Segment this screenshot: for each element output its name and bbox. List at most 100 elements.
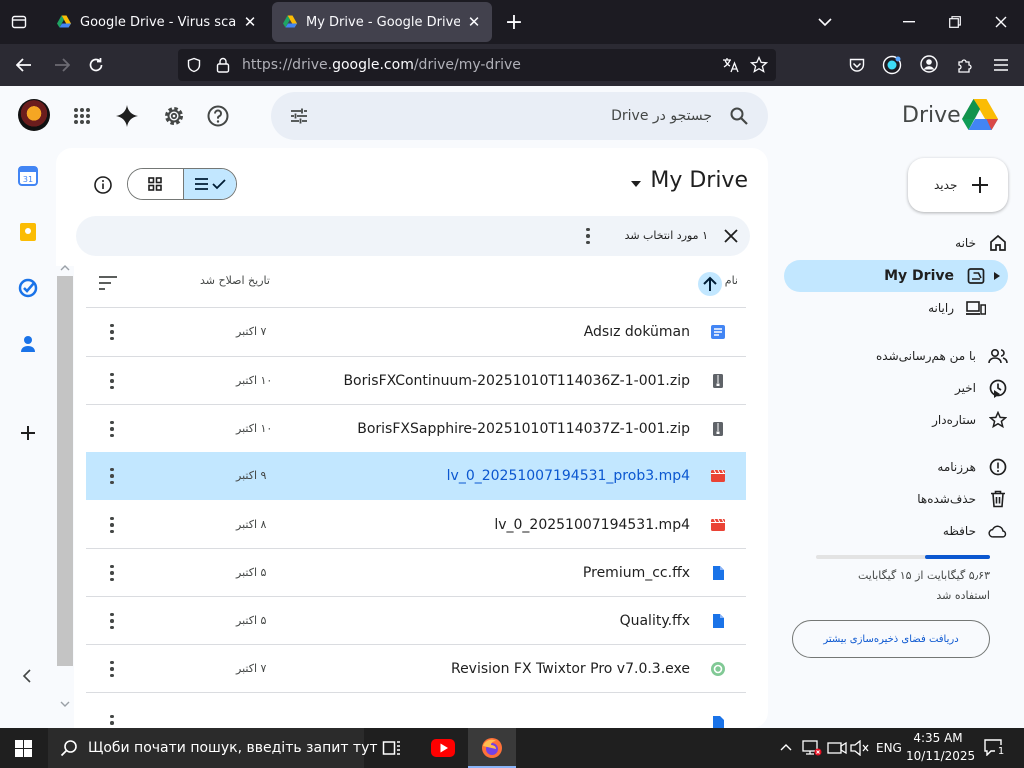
minimize-icon[interactable]	[898, 12, 920, 32]
tab-my-drive[interactable]: My Drive - Google Drive ✕	[272, 2, 492, 42]
notification-center-button[interactable]: 1	[982, 736, 1007, 760]
add-app-icon[interactable]	[18, 423, 38, 443]
windows-start-icon[interactable]	[15, 740, 32, 757]
table-row[interactable]: ۷ اکتبر Adsız doküman	[86, 308, 746, 356]
youtube-taskbar-icon[interactable]	[431, 739, 455, 757]
google-calendar-icon[interactable]: 31	[18, 166, 38, 186]
forward-icon[interactable]	[50, 54, 74, 76]
new-tab-button[interactable]: +	[502, 10, 526, 35]
menu-icon[interactable]	[990, 54, 1012, 76]
tab-close-icon[interactable]: ✕	[242, 13, 258, 31]
nav-trash[interactable]: حذف‌شده‌ها	[917, 483, 1008, 515]
google-drive-logo-icon[interactable]	[961, 98, 999, 132]
nav-label: خانه	[955, 236, 976, 250]
file-date: ۸ اکتبر	[236, 518, 267, 531]
column-modified-header[interactable]: تاریخ اصلاح شد	[200, 274, 270, 287]
more-actions-icon[interactable]	[106, 513, 118, 537]
user-avatar[interactable]	[18, 99, 50, 131]
nav-label: با من هم‌رسانی‌شده	[876, 349, 976, 363]
nav-spam[interactable]: هرزنامه	[937, 451, 1008, 483]
apps-grid-icon[interactable]	[72, 106, 92, 126]
list-view-button[interactable]	[183, 169, 236, 199]
sort-options-icon[interactable]	[98, 276, 118, 290]
tab-close-icon[interactable]: ✕	[466, 13, 482, 31]
account-icon[interactable]	[918, 53, 940, 75]
table-row[interactable]: ۱۰ اکتبر BorisFXSapphire-20251010T114037…	[86, 405, 746, 453]
settings-gear-icon[interactable]	[162, 104, 186, 128]
lock-icon[interactable]	[216, 57, 230, 73]
translate-icon[interactable]	[722, 57, 740, 73]
selection-more-actions-icon[interactable]	[582, 224, 594, 248]
restore-icon[interactable]	[944, 12, 966, 32]
more-actions-icon[interactable]	[106, 464, 118, 488]
collapse-panel-icon[interactable]	[22, 669, 32, 683]
gemini-icon[interactable]	[115, 104, 139, 128]
extensions-puzzle-icon[interactable]	[954, 54, 976, 76]
table-row[interactable]: ۵ اکتبر Premium_cc.ffx	[86, 549, 746, 597]
nav-storage[interactable]: حافظه	[943, 515, 1008, 547]
address-bar[interactable]: https://drive.google.com/drive/my-drive	[178, 49, 776, 81]
nav-shared[interactable]: با من هم‌رسانی‌شده	[876, 340, 1008, 372]
nav-label: هرزنامه	[937, 460, 976, 474]
show-hidden-icons-icon[interactable]	[780, 743, 792, 751]
language-indicator[interactable]: ENG	[876, 728, 902, 768]
expand-arrow-icon[interactable]	[994, 272, 1000, 280]
nav-home[interactable]: خانه	[955, 227, 1008, 259]
table-row[interactable]: ۵ اکتبر Quality.ffx	[86, 597, 746, 645]
file-name: BorisFXSapphire-20251010T114037Z-1-001.z…	[357, 421, 690, 437]
clear-selection-icon[interactable]	[724, 229, 738, 243]
task-view-icon[interactable]	[382, 738, 402, 758]
title-dropdown-icon[interactable]	[630, 180, 642, 188]
nav-my-drive[interactable]: My Drive	[884, 260, 986, 292]
new-button[interactable]: جدید	[908, 158, 1008, 212]
volume-muted-icon[interactable]	[850, 740, 870, 756]
scroll-up-arrow[interactable]	[60, 264, 70, 272]
shield-icon[interactable]	[186, 57, 202, 73]
table-row[interactable]: ۷ اکتبر Revision FX Twixtor Pro v7.0.3.e…	[86, 645, 746, 693]
column-name-header[interactable]: نام	[725, 274, 738, 287]
close-window-icon[interactable]	[990, 12, 1012, 32]
google-tasks-icon[interactable]	[18, 278, 38, 298]
google-contacts-icon[interactable]	[18, 334, 38, 354]
network-icon[interactable]	[802, 740, 822, 756]
bookmark-star-icon[interactable]	[750, 56, 768, 74]
more-actions-icon[interactable]	[106, 369, 118, 393]
sort-direction-button[interactable]	[698, 272, 722, 296]
nav-computers[interactable]: رایانه	[928, 292, 986, 324]
more-actions-icon[interactable]	[106, 609, 118, 633]
back-icon[interactable]	[12, 54, 36, 76]
pocket-icon[interactable]	[846, 54, 868, 76]
search-icon[interactable]	[730, 107, 748, 125]
nav-starred[interactable]: ستاره‌دار	[932, 404, 1008, 436]
nav-recent[interactable]: اخیر	[955, 372, 1008, 404]
more-actions-icon[interactable]	[106, 711, 118, 728]
more-actions-icon[interactable]	[106, 320, 118, 344]
scroll-down-arrow[interactable]	[60, 700, 70, 708]
search-filter-icon[interactable]	[289, 106, 309, 126]
grid-view-button[interactable]	[128, 169, 183, 199]
table-row-partial[interactable]	[86, 693, 746, 728]
new-button-label: جدید	[934, 178, 958, 192]
drive-search-bar[interactable]: جستجو در Drive	[271, 92, 768, 140]
get-more-storage-button[interactable]: دریافت فضای ذخیره‌سازی بیشتر	[792, 620, 990, 658]
help-icon[interactable]	[207, 105, 229, 127]
table-row-selected[interactable]: ۹ اکتبر lv_0_20251007194531_prob3.mp4	[86, 452, 746, 500]
camera-tray-icon[interactable]	[827, 740, 847, 756]
tab-overview-icon[interactable]	[8, 12, 30, 32]
more-actions-icon[interactable]	[106, 561, 118, 585]
reload-icon[interactable]	[84, 54, 108, 76]
extension-icon[interactable]	[880, 53, 904, 77]
scrollbar-thumb[interactable]	[57, 276, 73, 666]
table-row[interactable]: ۱۰ اکتبر BorisFXContinuum-20251010T11403…	[86, 357, 746, 405]
firefox-taskbar-item[interactable]	[468, 728, 516, 768]
more-actions-icon[interactable]	[106, 657, 118, 681]
more-actions-icon[interactable]	[106, 417, 118, 441]
taskbar-search-box[interactable]: Щоби почати пошук, введіть запит тут	[48, 728, 378, 768]
clock-date[interactable]: 10/11/2025	[906, 749, 975, 763]
google-keep-icon[interactable]	[18, 222, 38, 242]
info-icon[interactable]	[94, 176, 112, 194]
list-all-tabs-icon[interactable]	[814, 12, 836, 32]
tab-virus-scan[interactable]: Google Drive - Virus scan warning ✕	[46, 2, 268, 42]
clock-time[interactable]: 4:35 AM	[910, 731, 966, 745]
table-row[interactable]: ۸ اکتبر lv_0_20251007194531.mp4	[86, 501, 746, 549]
